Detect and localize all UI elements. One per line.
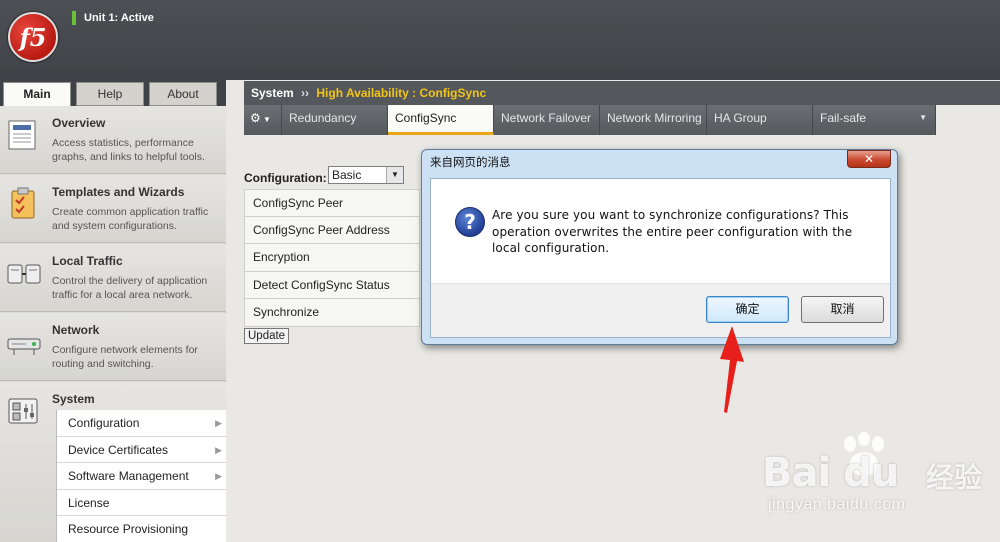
tab-configsync[interactable]: ConfigSync bbox=[388, 105, 494, 135]
watermark-brand: Bai du bbox=[762, 450, 899, 496]
prop-encryption: Encryption bbox=[244, 244, 420, 272]
network-icon bbox=[7, 338, 41, 355]
breadcrumb: System ›› High Availability : ConfigSync bbox=[244, 81, 1000, 105]
submenu-configuration[interactable]: Configuration ▶ bbox=[57, 410, 226, 437]
question-icon: ? bbox=[455, 207, 485, 237]
breadcrumb-separator: ›› bbox=[301, 86, 310, 100]
submenu-label: License bbox=[68, 495, 110, 510]
nav-local-traffic-title: Local Traffic bbox=[52, 254, 123, 268]
prop-detect-configsync-status: Detect ConfigSync Status bbox=[244, 271, 420, 299]
configuration-label: Configuration: bbox=[244, 171, 327, 185]
tab-help[interactable]: Help bbox=[76, 82, 144, 106]
chevron-down-icon: ▼ bbox=[919, 113, 927, 122]
f5-logo: f5 bbox=[8, 12, 58, 62]
gear-icon: ⚙ bbox=[250, 111, 261, 125]
submenu-device-certificates[interactable]: Device Certificates ▶ bbox=[57, 437, 226, 463]
dialog-title: 来自网页的消息 bbox=[430, 157, 511, 169]
tab-fail-safe-label: Fail-safe bbox=[820, 111, 867, 125]
nav-system-title: System bbox=[52, 392, 95, 406]
nav-network[interactable]: Network Configure network elements for r… bbox=[0, 313, 226, 381]
configuration-select-value: Basic bbox=[332, 168, 362, 182]
tab-redundancy[interactable]: Redundancy bbox=[282, 105, 388, 135]
chevron-right-icon: ▶ bbox=[215, 444, 222, 455]
sidebar: Overview Access statistics, performance … bbox=[0, 106, 226, 542]
nav-local-traffic[interactable]: Local Traffic Control the delivery of ap… bbox=[0, 244, 226, 312]
chevron-right-icon: ▶ bbox=[215, 471, 222, 481]
nav-templates-desc: Create common application traffic and sy… bbox=[52, 206, 209, 232]
tab-ha-group[interactable]: HA Group bbox=[707, 105, 813, 135]
submenu-label: Configuration bbox=[68, 416, 140, 430]
chevron-down-icon: ▼ bbox=[386, 167, 403, 183]
submenu-label: Software Management bbox=[68, 469, 189, 483]
system-submenu: Configuration ▶ Device Certificates ▶ Soft… bbox=[56, 410, 226, 542]
nav-overview-desc: Access statistics, performance graphs, a… bbox=[52, 137, 205, 163]
top-header: f5 Unit 1: Active bbox=[0, 0, 1000, 80]
breadcrumb-current: High Availability : ConfigSync bbox=[316, 86, 487, 100]
chevron-right-icon: ▶ bbox=[215, 418, 222, 428]
nav-overview-title: Overview bbox=[52, 116, 106, 130]
logo-text: f5 bbox=[19, 23, 47, 52]
cancel-button[interactable]: 取消 bbox=[801, 296, 884, 323]
paw-icon bbox=[844, 432, 884, 476]
tab-main[interactable]: Main bbox=[3, 82, 71, 106]
nav-templates-wizards[interactable]: Templates and Wizards Create common appl… bbox=[0, 175, 226, 243]
prop-synchronize: Synchronize bbox=[244, 299, 420, 327]
sidebar-tabs: Main Help About bbox=[0, 80, 226, 106]
local-traffic-icon bbox=[7, 264, 41, 284]
nav-network-desc: Configure network elements for routing a… bbox=[52, 344, 198, 370]
submenu-label: Device Certificates bbox=[68, 442, 169, 457]
unit-status: Unit 1: Active bbox=[72, 11, 154, 25]
tab-about[interactable]: About bbox=[149, 82, 217, 106]
system-icon bbox=[8, 398, 38, 424]
update-button[interactable]: Update bbox=[244, 328, 290, 344]
tab-fail-safe[interactable]: Fail-safe ▼ bbox=[813, 105, 936, 135]
wizard-icon bbox=[11, 187, 35, 219]
tab-network-failover[interactable]: Network Failover bbox=[494, 105, 600, 135]
submenu-license[interactable]: License bbox=[57, 490, 226, 516]
nav-overview[interactable]: Overview Access statistics, performance … bbox=[0, 106, 226, 174]
watermark-brand-cn: 经验 bbox=[926, 462, 983, 493]
red-arrow-annotation bbox=[720, 326, 744, 413]
chevron-down-icon: ▼ bbox=[260, 115, 271, 124]
watermark-url: jingyan.baidu.com bbox=[768, 496, 906, 513]
tab-network-mirroring[interactable]: Network Mirroring bbox=[600, 105, 707, 135]
submenu-resource-provisioning[interactable]: Resource Provisioning bbox=[57, 516, 226, 542]
ok-button[interactable]: 确定 bbox=[706, 296, 789, 323]
tab-bar: ⚙ ▼ Redundancy ConfigSync Network Failov… bbox=[244, 105, 936, 135]
close-button[interactable]: ✕ bbox=[847, 150, 891, 168]
gear-menu-button[interactable]: ⚙ ▼ bbox=[244, 105, 282, 135]
nav-templates-title: Templates and Wizards bbox=[52, 185, 185, 199]
overview-icon bbox=[8, 120, 36, 150]
submenu-software-management[interactable]: Software Management ▶ bbox=[57, 463, 226, 490]
dialog-body: ? Are you sure you want to synchronize c… bbox=[430, 178, 891, 338]
prop-configsync-peer: ConfigSync Peer bbox=[244, 189, 420, 217]
submenu-label: Resource Provisioning bbox=[68, 522, 189, 536]
prop-configsync-peer-address: ConfigSync Peer Address bbox=[244, 216, 420, 244]
configuration-select[interactable]: Basic ▼ bbox=[328, 166, 404, 184]
nav-local-traffic-desc: Control the delivery of application traf… bbox=[52, 275, 208, 301]
baidu-watermark: Bai du 经验 jingyan.baidu.com bbox=[762, 432, 994, 522]
dialog-footer: 确定 取消 bbox=[431, 283, 890, 337]
confirm-dialog: 来自网页的消息 ✕ ? Are you sure you want to syn… bbox=[421, 149, 898, 345]
dialog-message: Are you sure you want to synchronize con… bbox=[492, 208, 853, 255]
nav-network-title: Network bbox=[52, 323, 100, 337]
breadcrumb-root[interactable]: System bbox=[251, 86, 294, 100]
